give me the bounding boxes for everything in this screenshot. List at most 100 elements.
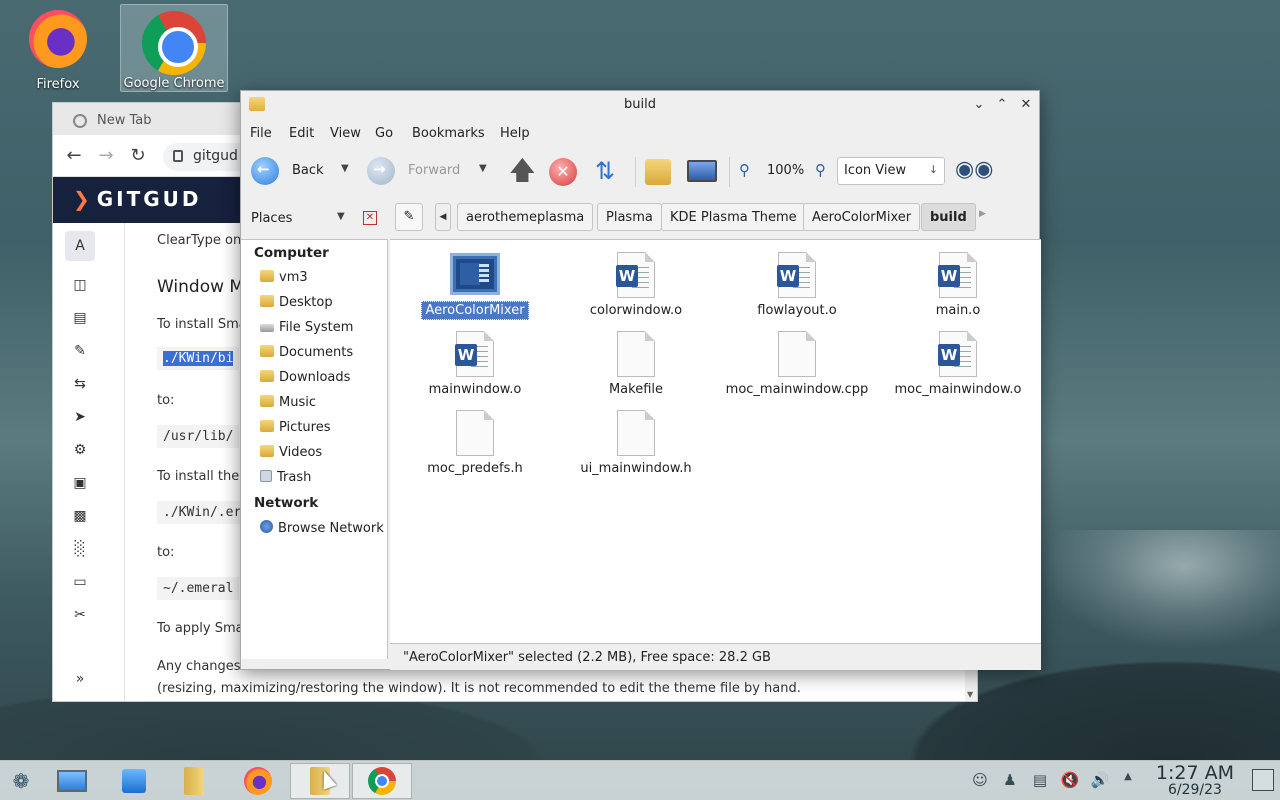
- volume-icon[interactable]: 🔊: [1090, 771, 1110, 789]
- file-name: mainwindow.o: [428, 382, 522, 397]
- show-desktop-button[interactable]: [1252, 769, 1274, 791]
- breadcrumb-item[interactable]: aerothemeplasma: [457, 203, 594, 231]
- places-dropdown-icon[interactable]: ▼: [337, 211, 345, 222]
- reload-icon[interactable]: ⇅: [595, 159, 615, 183]
- start-menu-button[interactable]: ❁: [0, 763, 42, 799]
- sidebar-item-trash[interactable]: Trash: [260, 470, 311, 485]
- title-bar[interactable]: build ⌄ ⌃ ✕: [241, 91, 1039, 119]
- home-folder-icon[interactable]: [645, 159, 671, 185]
- text-file-icon: [456, 410, 494, 456]
- breadcrumb-current[interactable]: build: [921, 203, 976, 231]
- breadcrumb-item[interactable]: AeroColorMixer: [803, 203, 921, 231]
- desktop-icon-firefox[interactable]: Firefox: [4, 4, 112, 92]
- scroll-down-icon[interactable]: ▼: [967, 690, 973, 699]
- file-name: moc_predefs.h: [427, 461, 523, 476]
- clipboard-icon[interactable]: ▤: [1030, 771, 1050, 789]
- menu-go[interactable]: Go: [375, 126, 393, 141]
- breadcrumb-left-icon[interactable]: ◀: [435, 203, 451, 231]
- zoom-in-icon[interactable]: ⚲: [815, 161, 826, 179]
- forward-arrow-icon[interactable]: [367, 157, 395, 185]
- rocket-icon[interactable]: ➤: [72, 409, 88, 425]
- back-arrow-icon[interactable]: [251, 157, 279, 185]
- file-item[interactable]: moc_predefs.h: [395, 410, 555, 486]
- sidebar-item-documents[interactable]: Documents: [260, 345, 353, 360]
- forward-button[interactable]: Forward: [408, 163, 460, 178]
- expand-sidebar-icon[interactable]: »: [72, 671, 88, 687]
- file-icon-view[interactable]: AeroColorMixer W colorwindow.o W flowlay…: [390, 239, 1041, 643]
- sidebar-item-file-system[interactable]: File System: [260, 320, 353, 335]
- site-logo[interactable]: ❯ GITGUD: [73, 187, 202, 211]
- file-item[interactable]: W mainwindow.o: [395, 331, 555, 407]
- back-button[interactable]: Back: [292, 163, 324, 178]
- search-binoculars-icon[interactable]: ◉◉: [955, 157, 993, 182]
- breadcrumb-item[interactable]: KDE Plasma Theme: [661, 203, 806, 231]
- menu-edit[interactable]: Edit: [289, 126, 314, 141]
- file-item[interactable]: W moc_mainwindow.o: [878, 331, 1038, 407]
- file-item[interactable]: moc_mainwindow.cpp: [717, 331, 877, 407]
- computer-icon[interactable]: [687, 160, 717, 182]
- sidebar-item-vm3[interactable]: vm3: [260, 270, 308, 285]
- back-history-dropdown[interactable]: ▼: [341, 163, 349, 174]
- mute-icon[interactable]: 🔇: [1060, 771, 1080, 789]
- close-button[interactable]: ✕: [1016, 95, 1036, 115]
- users-icon[interactable]: ♟: [1000, 771, 1020, 789]
- file-item[interactable]: W flowlayout.o: [717, 252, 877, 328]
- close-panel-icon[interactable]: ✕: [363, 211, 377, 225]
- user-icon[interactable]: ☺: [970, 771, 990, 789]
- menu-bookmarks[interactable]: Bookmarks: [412, 126, 485, 141]
- browser-tab[interactable]: New Tab: [59, 107, 259, 135]
- file-name: colorwindow.o: [589, 303, 683, 318]
- minimize-button[interactable]: ⌄: [969, 95, 989, 115]
- file-item[interactable]: W colorwindow.o: [556, 252, 716, 328]
- menu-file[interactable]: File: [250, 126, 272, 141]
- sidebar-item-label: Browse Network: [278, 521, 384, 536]
- zoom-out-icon[interactable]: ⚲: [739, 161, 750, 179]
- file-name: AeroColorMixer: [395, 301, 555, 320]
- word-logo-icon: W: [938, 265, 960, 287]
- taskbar-software-store[interactable]: [104, 763, 164, 799]
- forward-arrow-icon[interactable]: →: [95, 145, 117, 167]
- edit-location-icon[interactable]: ✎: [395, 203, 423, 231]
- package-icon[interactable]: ▣: [72, 475, 88, 491]
- breadcrumb-item[interactable]: Plasma: [597, 203, 662, 231]
- sidebar-item-pictures[interactable]: Pictures: [260, 420, 330, 435]
- up-arrow-icon[interactable]: 🡅: [509, 157, 536, 185]
- file-icon[interactable]: ▤: [72, 310, 88, 326]
- analytics-icon[interactable]: ░: [72, 541, 88, 557]
- merge-request-icon[interactable]: ⇆: [72, 376, 88, 392]
- tray-expand-icon[interactable]: ▲: [1118, 771, 1138, 782]
- monitor-icon[interactable]: ▩: [72, 508, 88, 524]
- menu-view[interactable]: View: [330, 126, 361, 141]
- content-text: to:: [157, 545, 175, 560]
- file-item[interactable]: W main.o: [878, 252, 1038, 328]
- menu-help[interactable]: Help: [500, 126, 530, 141]
- sidebar-item-desktop[interactable]: Desktop: [260, 295, 333, 310]
- stop-icon[interactable]: ✕: [549, 158, 577, 186]
- wiki-icon[interactable]: ▭: [72, 574, 88, 590]
- sidebar-item-downloads[interactable]: Downloads: [260, 370, 350, 385]
- taskbar-chrome-window[interactable]: [352, 763, 412, 799]
- issues-icon[interactable]: ✎: [72, 343, 88, 359]
- sidebar-item-music[interactable]: Music: [260, 395, 316, 410]
- clock[interactable]: 1:27 AM 6/29/23: [1156, 762, 1234, 798]
- taskbar-firefox[interactable]: [228, 763, 288, 799]
- sidebar-item-videos[interactable]: Videos: [260, 445, 322, 460]
- taskbar-file-manager-launcher[interactable]: [164, 763, 224, 799]
- file-item[interactable]: Makefile: [556, 331, 716, 407]
- project-avatar[interactable]: A: [65, 231, 95, 261]
- sidebar-item-browse-network[interactable]: Browse Network: [260, 520, 384, 536]
- repo-icon[interactable]: ◫: [72, 277, 88, 293]
- file-item[interactable]: AeroColorMixer: [395, 252, 555, 328]
- maximize-button[interactable]: ⌃: [992, 95, 1012, 115]
- breadcrumb-right-icon[interactable]: ▶: [979, 209, 986, 219]
- forward-history-dropdown[interactable]: ▼: [479, 163, 487, 174]
- snippets-icon[interactable]: ✂: [72, 607, 88, 623]
- toolbar: Back ▼ Forward ▼ 🡅 ✕ ⇅ ⚲ 100% ⚲ Icon Vie…: [241, 149, 1039, 195]
- reload-icon[interactable]: ↻: [127, 145, 149, 167]
- file-item[interactable]: ui_mainwindow.h: [556, 410, 716, 486]
- back-arrow-icon[interactable]: ←: [63, 145, 85, 167]
- taskbar-system-settings[interactable]: [42, 763, 102, 799]
- desktop-icon-chrome[interactable]: Google Chrome: [120, 4, 228, 92]
- deploy-icon[interactable]: ⚙: [72, 442, 88, 458]
- view-mode-select[interactable]: Icon View ↓: [837, 157, 945, 185]
